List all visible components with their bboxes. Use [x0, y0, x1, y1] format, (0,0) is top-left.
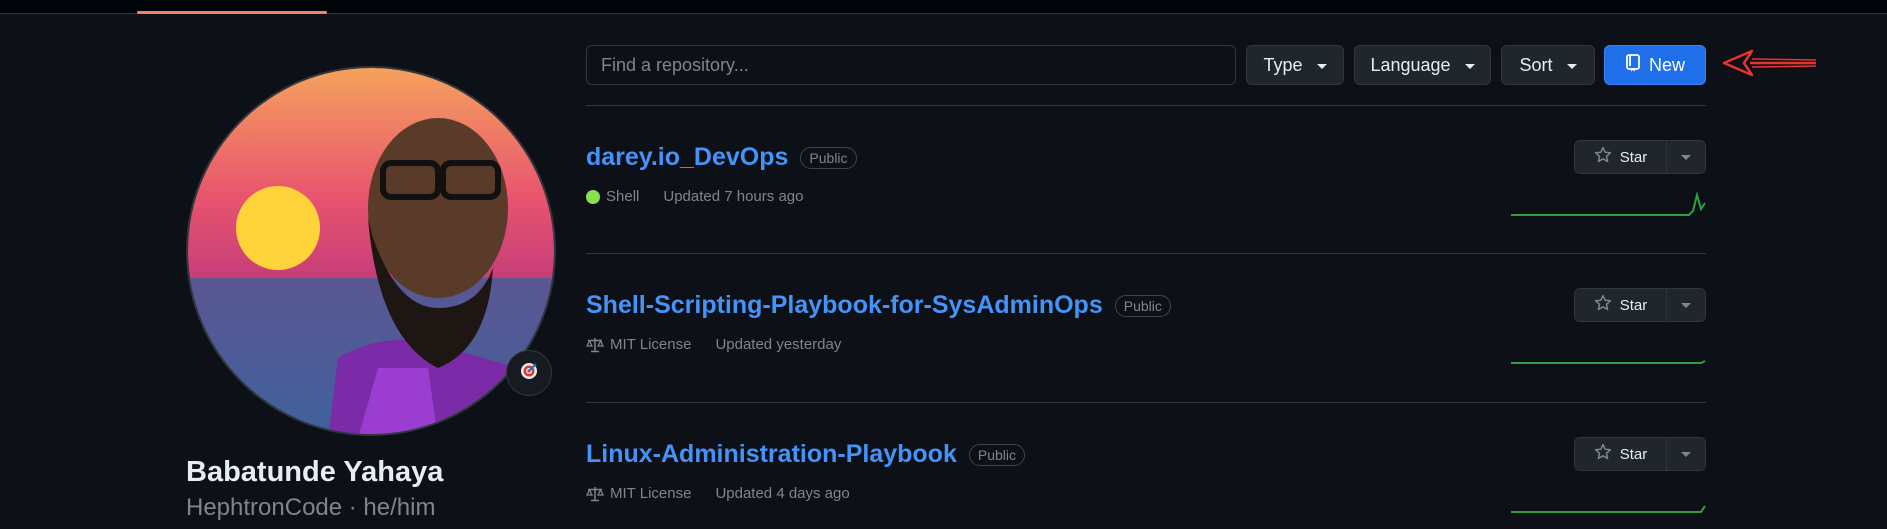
- visibility-badge: Public: [1114, 294, 1171, 317]
- type-filter-label: Type: [1263, 54, 1303, 75]
- repo-language: Shell: [606, 188, 640, 205]
- set-status-button[interactable]: [506, 350, 552, 396]
- sort-filter-label: Sort: [1519, 54, 1553, 75]
- caret-down-icon: [1316, 63, 1327, 69]
- activity-sparkline: [1511, 505, 1706, 513]
- repo-link[interactable]: Shell-Scripting-Playbook-for-SysAdminOps: [586, 291, 1103, 320]
- language-filter-button[interactable]: Language: [1354, 45, 1491, 85]
- repo-icon: [1625, 53, 1641, 77]
- star-label: Star: [1619, 148, 1648, 166]
- caret-down-icon: [1566, 63, 1577, 69]
- search-input[interactable]: [586, 45, 1236, 85]
- visibility-badge: Public: [968, 443, 1025, 466]
- list-divider: [586, 253, 1706, 254]
- activity-sparkline: [1511, 191, 1706, 216]
- caret-down-icon: [1681, 451, 1691, 457]
- star-icon: [1594, 443, 1612, 465]
- caret-down-icon: [1681, 302, 1691, 308]
- repo-list-item: darey.io_DevOps Public Shell Updated 7 h…: [586, 140, 1706, 243]
- visibility-badge: Public: [800, 146, 857, 169]
- red-arrow-annotation: [1722, 49, 1817, 77]
- repo-list-item: Shell-Scripting-Playbook-for-SysAdminOps…: [586, 288, 1706, 391]
- star-button[interactable]: Star: [1575, 438, 1667, 470]
- law-icon: [586, 337, 604, 353]
- star-icon: [1594, 146, 1612, 168]
- language-color-dot: [586, 189, 600, 204]
- repo-link[interactable]: Linux-Administration-Playbook: [586, 440, 957, 469]
- star-button-group: Star: [1574, 288, 1706, 322]
- repo-updated: Updated 7 hours ago: [663, 188, 804, 205]
- profile-name: Babatunde Yahaya: [186, 456, 444, 488]
- target-emoji-icon: [520, 362, 538, 385]
- star-button-group: Star: [1574, 437, 1706, 471]
- star-button[interactable]: Star: [1575, 141, 1667, 173]
- caret-down-icon: [1464, 63, 1475, 69]
- repo-updated: Updated yesterday: [715, 336, 842, 353]
- law-icon: [586, 486, 604, 502]
- activity-sparkline: [1511, 360, 1706, 364]
- language-filter-label: Language: [1370, 54, 1451, 75]
- repo-list-item: Linux-Administration-Playbook Public MIT…: [586, 437, 1706, 529]
- star-label: Star: [1619, 445, 1648, 463]
- sort-filter-button[interactable]: Sort: [1501, 45, 1595, 85]
- star-label: Star: [1619, 296, 1648, 314]
- repo-license: MIT License: [610, 485, 692, 502]
- repo-license: MIT License: [610, 336, 692, 353]
- list-divider: [586, 105, 1706, 106]
- new-button-label: New: [1648, 54, 1685, 75]
- star-list-dropdown[interactable]: [1667, 438, 1705, 470]
- star-button[interactable]: Star: [1575, 289, 1667, 321]
- caret-down-icon: [1681, 154, 1691, 160]
- star-button-group: Star: [1574, 140, 1706, 174]
- list-divider: [586, 402, 1706, 403]
- active-tab-indicator: [137, 11, 327, 14]
- new-repo-button[interactable]: New: [1604, 45, 1706, 85]
- star-icon: [1594, 294, 1612, 316]
- type-filter-button[interactable]: Type: [1246, 45, 1344, 85]
- avatar[interactable]: [186, 66, 556, 436]
- repo-link[interactable]: darey.io_DevOps: [586, 143, 788, 172]
- repo-updated: Updated 4 days ago: [715, 485, 850, 502]
- profile-login: HephtronCode · he/him: [186, 494, 436, 521]
- star-list-dropdown[interactable]: [1667, 289, 1705, 321]
- star-list-dropdown[interactable]: [1667, 141, 1705, 173]
